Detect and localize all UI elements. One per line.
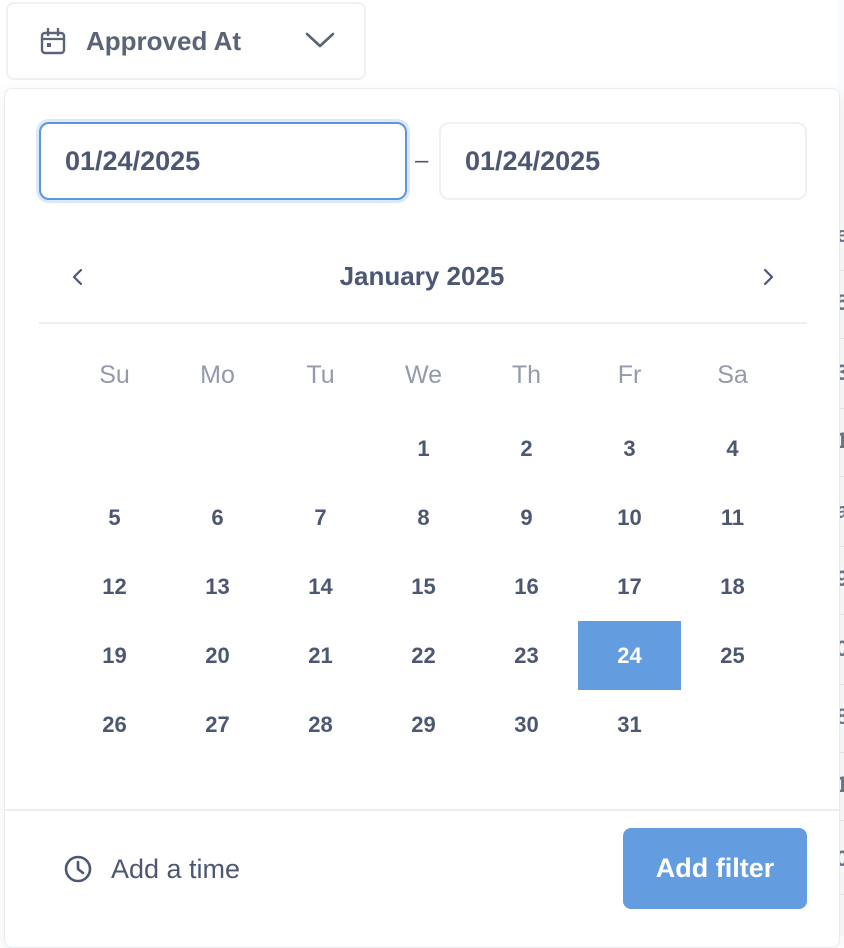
- month-title: January 2025: [339, 261, 505, 291]
- calendar-icon: [40, 28, 66, 55]
- calendar-day[interactable]: 10: [578, 483, 681, 552]
- add-time-label: Add a time: [111, 853, 241, 884]
- next-month-button[interactable]: [759, 263, 779, 291]
- start-date-input[interactable]: 01/24/2025: [39, 122, 407, 200]
- background-row-divider: [840, 338, 844, 339]
- calendar-day[interactable]: 1: [372, 414, 475, 483]
- background-row-divider: [840, 546, 844, 547]
- clock-icon: [64, 855, 92, 883]
- calendar-day[interactable]: 6: [166, 483, 269, 552]
- weekday-tu: Tu: [306, 361, 335, 389]
- chevron-down-icon: [305, 32, 335, 48]
- calendar-day[interactable]: 30: [475, 690, 578, 759]
- calendar-day[interactable]: 12: [63, 552, 166, 621]
- footer-divider: [5, 809, 839, 811]
- previous-month-button[interactable]: [67, 263, 87, 291]
- weekday-th: Th: [511, 361, 542, 389]
- calendar-day[interactable]: 23: [475, 621, 578, 690]
- weekday-mo: Mo: [200, 361, 235, 389]
- calendar-day[interactable]: 21: [269, 621, 372, 690]
- calendar-day[interactable]: 19: [63, 621, 166, 690]
- weekday-fr: Fr: [617, 361, 642, 389]
- add-time-button[interactable]: Add a time: [63, 849, 240, 889]
- background-row-divider: [840, 684, 844, 685]
- weekday-sa: Sa: [717, 361, 748, 389]
- end-date-input[interactable]: 01/24/2025: [439, 122, 807, 200]
- calendar-day[interactable]: 11: [681, 483, 784, 552]
- calendar-day[interactable]: 5: [63, 483, 166, 552]
- calendar-day[interactable]: 13: [166, 552, 269, 621]
- weekday-we: We: [404, 361, 443, 389]
- calendar-day[interactable]: 8: [372, 483, 475, 552]
- calendar-day[interactable]: 16: [475, 552, 578, 621]
- calendar-day[interactable]: 15: [372, 552, 475, 621]
- filter-column-dropdown[interactable]: Approved At: [6, 2, 366, 80]
- background-row-divider: [840, 614, 844, 615]
- calendar-day[interactable]: 20: [166, 621, 269, 690]
- calendar-day-selected[interactable]: 24: [578, 621, 681, 690]
- date-picker-popover: 01/24/2025 – 01/24/2025 January 2025 Su M…: [4, 88, 840, 948]
- filter-column-label: Approved At: [86, 26, 242, 56]
- background-row-divider: [840, 752, 844, 753]
- month-divider: [39, 322, 807, 324]
- calendar-day[interactable]: 28: [269, 690, 372, 759]
- calendar-day[interactable]: 22: [372, 621, 475, 690]
- calendar-day[interactable]: 14: [269, 552, 372, 621]
- background-row-divider: [840, 270, 844, 271]
- background-row-divider: [840, 408, 844, 409]
- range-separator: –: [415, 147, 429, 174]
- calendar-day[interactable]: 7: [269, 483, 372, 552]
- add-filter-button[interactable]: Add filter: [623, 828, 807, 909]
- calendar-day[interactable]: 9: [475, 483, 578, 552]
- weekday-su: Su: [99, 361, 130, 389]
- calendar-day[interactable]: 18: [681, 552, 784, 621]
- calendar-day[interactable]: 31: [578, 690, 681, 759]
- calendar-day[interactable]: 3: [578, 414, 681, 483]
- background-row-divider: [840, 476, 844, 477]
- background-row-divider: [840, 894, 844, 895]
- calendar-day[interactable]: 17: [578, 552, 681, 621]
- calendar-day[interactable]: 27: [166, 690, 269, 759]
- calendar-day[interactable]: 4: [681, 414, 784, 483]
- calendar-day[interactable]: 2: [475, 414, 578, 483]
- background-row-divider: [840, 820, 844, 821]
- calendar-day[interactable]: 26: [63, 690, 166, 759]
- calendar-day[interactable]: 25: [681, 621, 784, 690]
- calendar-day[interactable]: 29: [372, 690, 475, 759]
